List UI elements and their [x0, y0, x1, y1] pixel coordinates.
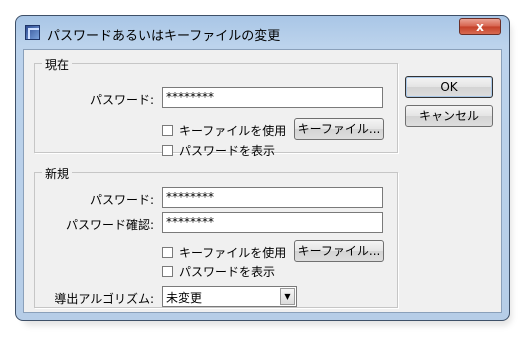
- close-button[interactable]: x: [459, 18, 501, 35]
- new-keyfile-button[interactable]: キーファイル...: [294, 240, 384, 262]
- new-show-password-label: パスワードを表示: [179, 265, 276, 279]
- current-password-field[interactable]: ********: [162, 87, 383, 108]
- dialog-window: パスワードあるいはキーファイルの変更 x 現在 パスワード: ******** …: [15, 15, 510, 321]
- current-show-password-label: パスワードを表示: [179, 144, 276, 158]
- new-show-password-checkbox[interactable]: パスワードを表示: [162, 263, 275, 280]
- app-icon: [25, 25, 40, 40]
- title-bar[interactable]: パスワードあるいはキーファイルの変更 x: [16, 16, 509, 49]
- checkbox-box: [162, 125, 173, 136]
- close-icon: x: [476, 20, 484, 34]
- checkbox-box: [162, 266, 173, 277]
- confirm-password-label: パスワード確認:: [65, 218, 154, 232]
- window-title: パスワードあるいはキーファイルの変更: [47, 29, 281, 44]
- checkbox-box: [162, 145, 173, 156]
- current-use-keyfile-checkbox[interactable]: キーファイルを使用: [162, 122, 286, 139]
- current-group-legend: 現在: [42, 56, 73, 73]
- current-password-label: パスワード:: [89, 93, 154, 107]
- cancel-button[interactable]: キャンセル: [405, 105, 493, 127]
- checkbox-box: [162, 247, 173, 258]
- new-group-legend: 新規: [42, 165, 73, 182]
- ok-button[interactable]: OK: [405, 76, 493, 98]
- current-use-keyfile-label: キーファイルを使用: [179, 124, 287, 138]
- current-show-password-checkbox[interactable]: パスワードを表示: [162, 142, 275, 159]
- dialog-body: 現在 パスワード: ******** キーファイルを使用 キーファイル... パ…: [23, 49, 502, 313]
- algorithm-select-value: 未変更: [166, 291, 203, 305]
- new-password-label: パスワード:: [89, 193, 154, 207]
- current-keyfile-button[interactable]: キーファイル...: [294, 118, 384, 140]
- algorithm-select[interactable]: 未変更 ▼: [162, 286, 297, 307]
- confirm-password-field[interactable]: ********: [162, 212, 383, 233]
- new-use-keyfile-label: キーファイルを使用: [179, 246, 287, 260]
- chevron-down-icon[interactable]: ▼: [280, 288, 295, 305]
- new-use-keyfile-checkbox[interactable]: キーファイルを使用: [162, 244, 286, 261]
- new-password-field[interactable]: ********: [162, 187, 383, 208]
- algorithm-label: 導出アルゴリズム:: [54, 292, 154, 306]
